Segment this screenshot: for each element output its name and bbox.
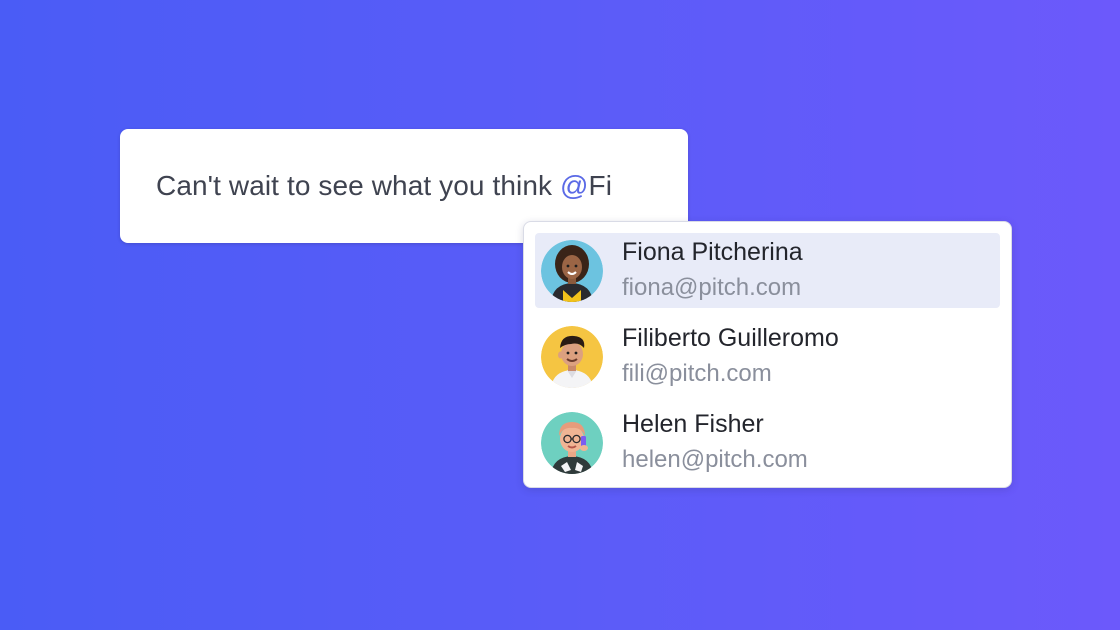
mention-option-name: Fiona Pitcherina bbox=[622, 238, 803, 266]
filiberto-avatar bbox=[541, 326, 603, 388]
mention-suggestions-dropdown: Fiona Pitcherina fiona@pitch.com Filiber… bbox=[523, 221, 1012, 488]
comment-body: Can't wait to see what you think bbox=[156, 170, 560, 201]
helen-avatar bbox=[541, 412, 603, 474]
mention-option-helen[interactable]: Helen Fisher helen@pitch.com bbox=[535, 405, 1000, 480]
mention-option-email: helen@pitch.com bbox=[622, 446, 808, 473]
mention-option-filiberto[interactable]: Filiberto Guilleromo fili@pitch.com bbox=[535, 319, 1000, 394]
mention-option-name: Helen Fisher bbox=[622, 410, 764, 438]
fiona-avatar bbox=[541, 240, 603, 302]
mention-option-email: fili@pitch.com bbox=[622, 360, 772, 387]
mention-query: Fi bbox=[588, 170, 613, 201]
mention-option-email: fiona@pitch.com bbox=[622, 274, 802, 301]
mention-option-name: Filiberto Guilleromo bbox=[622, 324, 839, 352]
mention-trigger: @ bbox=[559, 170, 589, 201]
comment-text: Can't wait to see what you think @Fi bbox=[156, 170, 612, 202]
mention-option-fiona[interactable]: Fiona Pitcherina fiona@pitch.com bbox=[535, 233, 1000, 308]
